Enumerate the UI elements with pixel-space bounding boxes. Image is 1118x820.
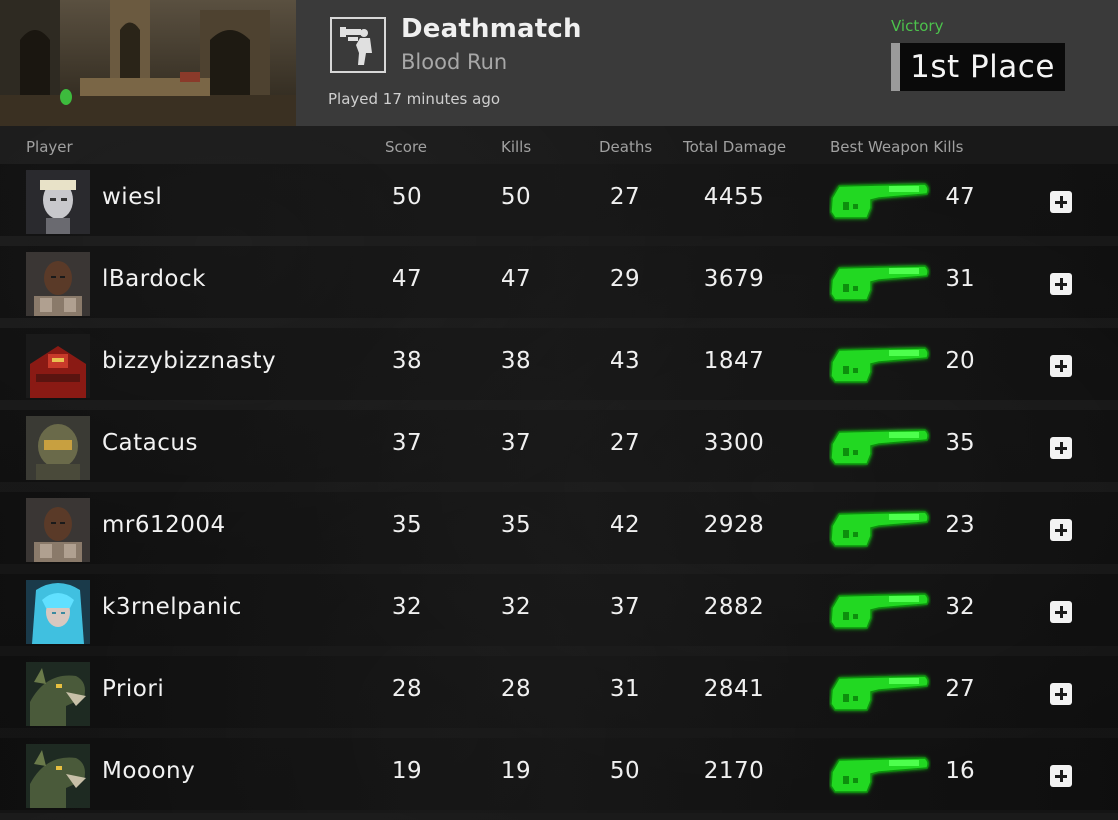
player-deaths: 37	[609, 594, 641, 620]
player-score: 19	[391, 758, 423, 784]
player-name[interactable]: Mooony	[102, 758, 195, 784]
player-total-damage: 1847	[703, 348, 765, 374]
player-score: 50	[391, 184, 423, 210]
player-row: bizzybizznasty 38 38 43 1847 20	[0, 328, 1118, 410]
sorlag-avatar	[26, 662, 90, 726]
rocket-launcher-icon	[829, 670, 931, 716]
player-deaths: 50	[609, 758, 641, 784]
bj-avatar	[26, 252, 90, 316]
column-header-best-weapon-kills: Best Weapon Kills	[830, 138, 964, 156]
best-weapon-kills: 23	[945, 512, 975, 538]
expand-row-button[interactable]	[1050, 191, 1072, 213]
match-header: Deathmatch Blood Run Played 17 minutes a…	[0, 0, 1118, 126]
expand-row-button[interactable]	[1050, 601, 1072, 623]
player-kills: 50	[500, 184, 532, 210]
player-score: 35	[391, 512, 423, 538]
player-name[interactable]: bizzybizznasty	[102, 348, 276, 374]
player-name[interactable]: Catacus	[102, 430, 198, 456]
deathmatch-icon	[330, 17, 386, 73]
player-row: mr612004 35 35 42 2928 23	[0, 492, 1118, 574]
player-kills: 37	[500, 430, 532, 456]
doom-avatar	[26, 416, 90, 480]
best-weapon-kills: 16	[945, 758, 975, 784]
player-deaths: 29	[609, 266, 641, 292]
player-name[interactable]: wiesl	[102, 184, 162, 210]
player-score: 28	[391, 676, 423, 702]
player-score: 37	[391, 430, 423, 456]
column-header-kills: Kills	[501, 138, 532, 156]
player-name[interactable]: mr612004	[102, 512, 226, 538]
rocket-launcher-icon	[829, 588, 931, 634]
player-score: 32	[391, 594, 423, 620]
rocket-launcher-icon	[829, 752, 931, 798]
player-total-damage: 3300	[703, 430, 765, 456]
ranger-avatar	[26, 170, 90, 234]
best-weapon-kills: 35	[945, 430, 975, 456]
player-deaths: 27	[609, 184, 641, 210]
player-row: lBardock 47 47 29 3679 31	[0, 246, 1118, 328]
expand-row-button[interactable]	[1050, 437, 1072, 459]
expand-row-button[interactable]	[1050, 273, 1072, 295]
result-label: Victory	[891, 17, 944, 35]
sorlag-avatar	[26, 744, 90, 808]
player-row: Priori 28 28 31 2841 27	[0, 656, 1118, 738]
best-weapon-kills: 27	[945, 676, 975, 702]
player-row: Mooony 19 19 50 2170 16	[0, 738, 1118, 820]
map-name: Blood Run	[401, 50, 508, 74]
bj-avatar	[26, 498, 90, 562]
best-weapon-kills: 47	[945, 184, 975, 210]
column-header-deaths: Deaths	[599, 138, 653, 156]
game-mode-title: Deathmatch	[401, 14, 582, 44]
column-header-score: Score	[385, 138, 428, 156]
rocket-launcher-icon	[829, 178, 931, 224]
rocket-launcher-icon	[829, 506, 931, 552]
map-thumbnail	[0, 0, 296, 126]
player-total-damage: 4455	[703, 184, 765, 210]
rocket-launcher-icon	[829, 342, 931, 388]
rocket-launcher-icon	[829, 260, 931, 306]
placement-badge: 1st Place	[891, 43, 1065, 91]
player-row: k3rnelpanic 32 32 37 2882 32	[0, 574, 1118, 656]
player-total-damage: 2841	[703, 676, 765, 702]
player-total-damage: 2170	[703, 758, 765, 784]
player-deaths: 43	[609, 348, 641, 374]
best-weapon-kills: 31	[945, 266, 975, 292]
expand-row-button[interactable]	[1050, 519, 1072, 541]
player-kills: 35	[500, 512, 532, 538]
player-kills: 28	[500, 676, 532, 702]
best-weapon-kills: 32	[945, 594, 975, 620]
player-kills: 19	[500, 758, 532, 784]
player-total-damage: 2928	[703, 512, 765, 538]
scalebearer-avatar	[26, 334, 90, 398]
player-total-damage: 2882	[703, 594, 765, 620]
player-row: Catacus 37 37 27 3300 35	[0, 410, 1118, 492]
player-total-damage: 3679	[703, 266, 765, 292]
player-kills: 47	[500, 266, 532, 292]
player-score: 47	[391, 266, 423, 292]
player-name[interactable]: Priori	[102, 676, 164, 702]
column-header-player: Player	[26, 138, 73, 156]
rocket-launcher-icon	[829, 424, 931, 470]
player-row: wiesl 50 50 27 4455 47	[0, 164, 1118, 246]
expand-row-button[interactable]	[1050, 683, 1072, 705]
expand-row-button[interactable]	[1050, 765, 1072, 787]
best-weapon-kills: 20	[945, 348, 975, 374]
player-score: 38	[391, 348, 423, 374]
player-kills: 38	[500, 348, 532, 374]
played-time: Played 17 minutes ago	[328, 90, 501, 108]
player-deaths: 27	[609, 430, 641, 456]
column-header-total-damage: Total Damage	[683, 138, 787, 156]
galena-avatar	[26, 580, 90, 644]
player-kills: 32	[500, 594, 532, 620]
expand-row-button[interactable]	[1050, 355, 1072, 377]
player-name[interactable]: k3rnelpanic	[102, 594, 242, 620]
player-deaths: 31	[609, 676, 641, 702]
player-name[interactable]: lBardock	[102, 266, 206, 292]
player-deaths: 42	[609, 512, 641, 538]
